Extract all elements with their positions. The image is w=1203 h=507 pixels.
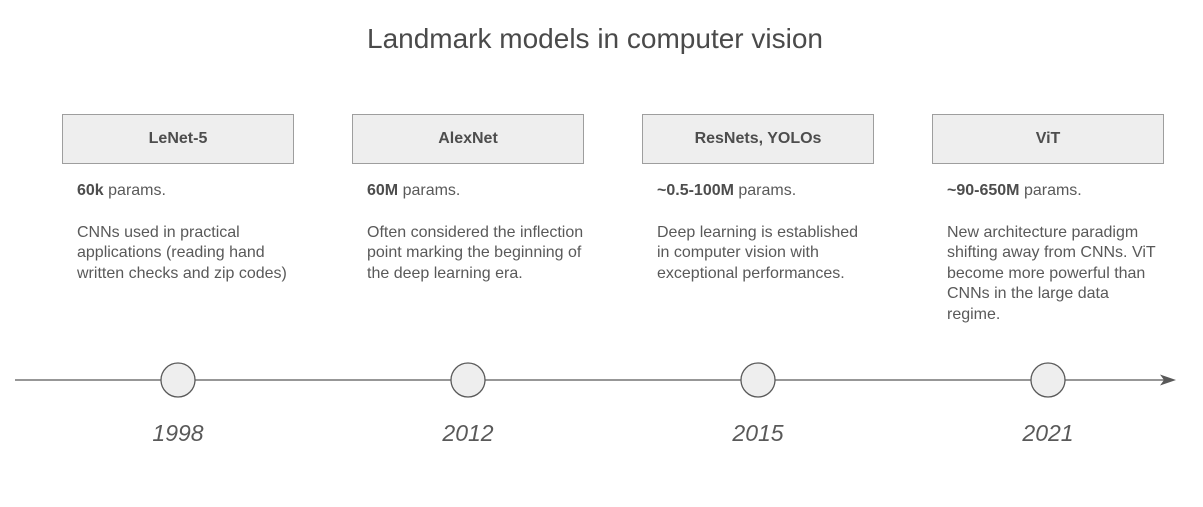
- year-label-2015: 2015: [732, 420, 784, 446]
- timeline-node-1998: [160, 362, 196, 398]
- timeline-node-2015: [740, 362, 776, 398]
- year-label-1998: 1998: [152, 420, 204, 446]
- timeline-node-2012: [450, 362, 486, 398]
- year-label-2012: 2012: [442, 420, 494, 446]
- timeline-node-2021: [1030, 362, 1066, 398]
- year-label-2021: 2021: [1022, 420, 1074, 446]
